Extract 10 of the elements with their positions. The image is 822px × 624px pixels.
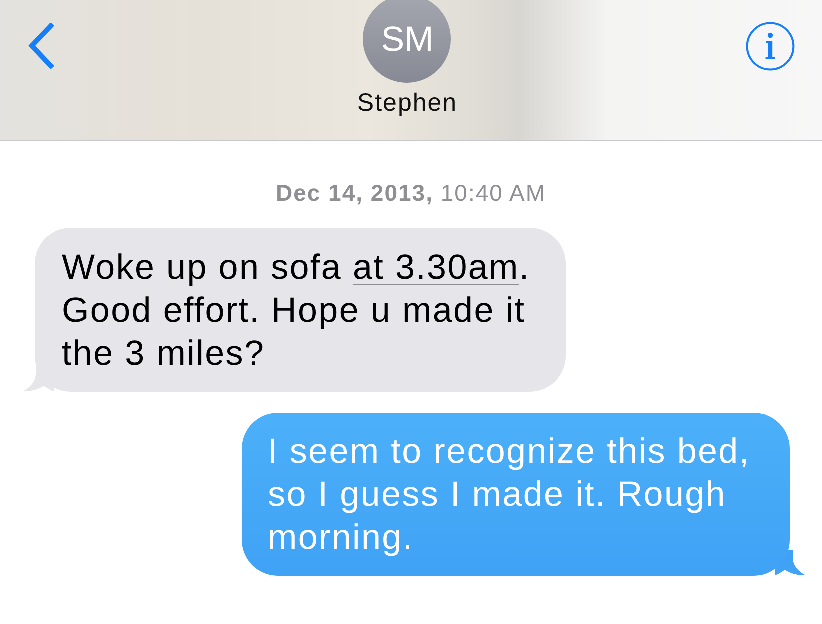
back-button[interactable] xyxy=(27,23,55,69)
message-text: I seem to recognize this bed, so I guess I made it. Rough morning. xyxy=(268,431,752,559)
message-link[interactable]: at 3.30am xyxy=(352,248,520,287)
message-text: Woke up on sofa at 3.30am. Good effort. Hope u made it the 3 miles? xyxy=(62,247,532,375)
avatar-initials: SM xyxy=(381,22,434,56)
contact-name: Stephen xyxy=(357,89,458,117)
info-button[interactable] xyxy=(746,22,795,71)
message-timestamp: Dec 14, 2013, 10:40 AM xyxy=(276,181,546,205)
back-chevron-icon xyxy=(27,23,55,69)
info-icon xyxy=(746,22,795,71)
